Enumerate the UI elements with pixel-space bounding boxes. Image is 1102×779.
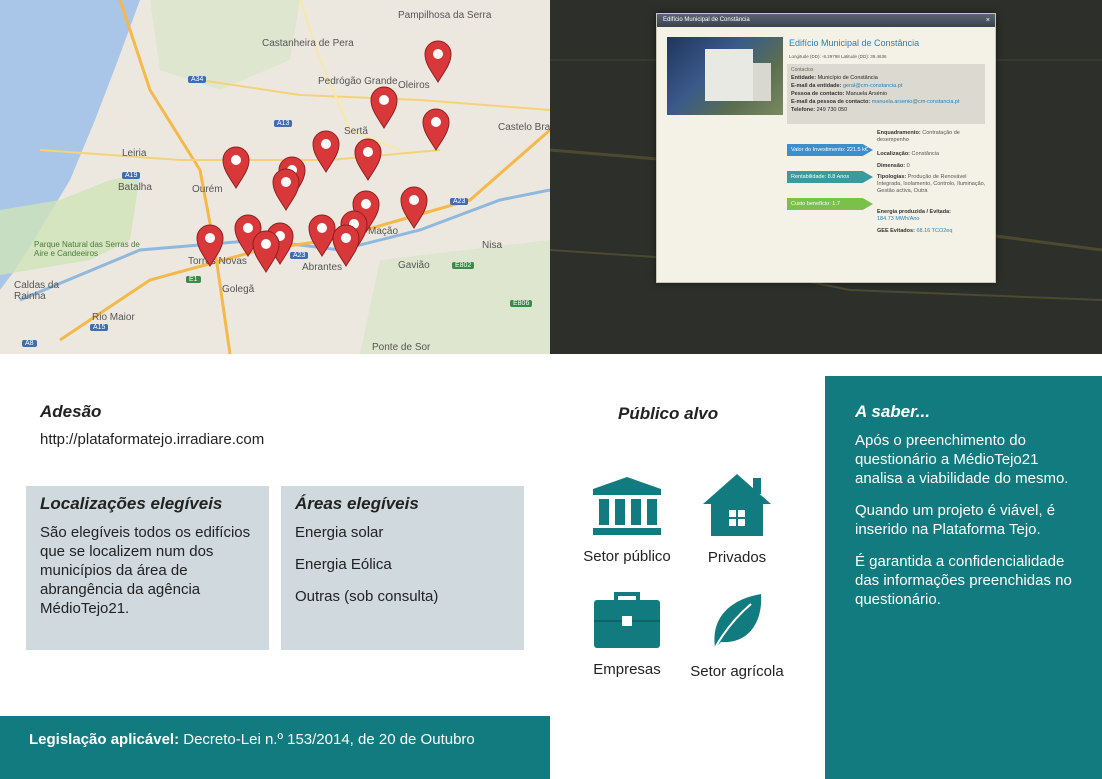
- entity-label: Entidade:: [791, 75, 817, 81]
- contact-label: Pessoa de contacto:: [791, 91, 845, 97]
- publico-item: Setor agrícola: [690, 663, 784, 680]
- leaf-icon: [714, 594, 762, 649]
- gee-info: GEE Evitados: 68.16 TCO2eq: [877, 228, 953, 234]
- entity-value: Município de Constância: [817, 75, 878, 81]
- map-pin-icon[interactable]: [332, 224, 360, 267]
- area-item: Energia solar: [295, 524, 384, 541]
- localizacoes-heading: Localizações elegíveis: [40, 494, 223, 513]
- map-pin-icon[interactable]: [222, 146, 250, 189]
- email-link[interactable]: geral@cm-constancia.pt: [843, 83, 902, 89]
- map-pin-icon[interactable]: [424, 40, 452, 83]
- saber-paragraph: Após o preenchimento do questionário a M…: [855, 432, 1069, 487]
- saber-paragraph: É garantida a confidencialidade das info…: [855, 553, 1072, 608]
- map-pin-icon[interactable]: [354, 138, 382, 181]
- map-pin-icon[interactable]: [422, 108, 450, 151]
- cost-benefit-tag: Custo benefício: 1.7: [787, 198, 873, 210]
- location-info: Localização: Constância: [877, 151, 940, 157]
- investment-tag: Valor do Investimento: 221.5 k€: [787, 144, 873, 156]
- contact-email-link[interactable]: manuela.arsenio@cm-constancia.pt: [872, 99, 960, 105]
- modal-coords: Longitude (DD): -8.29798 Latitude (DD): …: [789, 54, 887, 59]
- project-info-modal[interactable]: Edifício Municipal de Constância × Edifí…: [656, 13, 996, 283]
- phone-value: 249 730 050: [816, 107, 848, 113]
- saber-heading: A saber...: [855, 402, 930, 421]
- map-pin-icon[interactable]: [312, 130, 340, 173]
- map-pin-icon[interactable]: [308, 214, 336, 257]
- map-pin-icon[interactable]: [370, 86, 398, 129]
- map-pin-icon[interactable]: [196, 224, 224, 267]
- rentability-tag: Rentabilidade: 8.8 Anos: [787, 171, 873, 183]
- map-pins[interactable]: [0, 0, 550, 354]
- typologies-info: Tipologias: Produção de Renovável Integr…: [877, 174, 986, 194]
- legislacao-text: Decreto-Lei n.º 153/2014, de 20 de Outub…: [183, 731, 475, 748]
- privados: Privados: [677, 472, 797, 566]
- modal-window-title: Edifício Municipal de Constância: [663, 17, 750, 23]
- publico-item: Privados: [707, 549, 767, 566]
- map-pin-icon[interactable]: [252, 230, 280, 273]
- contacts-heading: Contactos: [791, 67, 814, 73]
- building-photo: [667, 37, 783, 115]
- close-icon[interactable]: ×: [986, 14, 990, 27]
- empresas: Empresas: [567, 592, 687, 678]
- map-panel[interactable]: Castanheira de Pera Pampilhosa da Serra …: [0, 0, 550, 354]
- building-shape: [753, 63, 771, 101]
- dimension-info: Dimensão: 0: [877, 163, 910, 169]
- setor-publico: Setor público: [567, 475, 687, 565]
- setor-agricola: Setor agrícola: [677, 590, 797, 680]
- legislacao-bar: Legislação aplicável: Decreto-Lei n.º 15…: [0, 716, 550, 779]
- adesao-url[interactable]: http://plataformatejo.irradiare.com: [40, 430, 264, 449]
- map-pin-icon[interactable]: [400, 186, 428, 229]
- area-item: Outras (sob consulta): [295, 588, 439, 605]
- building-shape: [705, 49, 753, 101]
- legislacao-line: Legislação aplicável: Decreto-Lei n.º 15…: [29, 731, 475, 748]
- areas-box: Áreas elegíveis Energia solar Energia Eó…: [281, 486, 524, 650]
- government-building-icon: [593, 477, 661, 535]
- legislacao-label: Legislação aplicável:: [29, 731, 180, 748]
- a-saber-panel: A saber... Após o preenchimento do quest…: [825, 376, 1102, 779]
- saber-paragraphs: Após o preenchimento do questionário a M…: [855, 431, 1077, 622]
- house-icon: [703, 474, 771, 536]
- localizacoes-box: Localizações elegíveis São elegíveis tod…: [26, 486, 269, 650]
- areas-heading: Áreas elegíveis: [295, 494, 419, 513]
- localizacoes-text: São elegíveis todos os edifícios que se …: [40, 524, 251, 617]
- saber-paragraph: Quando um projeto é viável, é inserido n…: [855, 502, 1056, 538]
- contacts-box: Contactos Entidade: Município de Constân…: [787, 64, 985, 124]
- adesao-heading: Adesão: [40, 402, 102, 421]
- phone-label: Telefone:: [791, 107, 816, 113]
- modal-titlebar[interactable]: Edifício Municipal de Constância ×: [657, 14, 995, 27]
- publico-item: Empresas: [593, 661, 661, 678]
- publico-item: Setor público: [583, 548, 671, 565]
- publico-heading: Público alvo: [618, 404, 719, 423]
- area-item: Energia Eólica: [295, 556, 392, 573]
- modal-title: Edifício Municipal de Constância: [789, 38, 920, 48]
- energy-info: Energia produzida / Evitada: 184.73 MWh/A…: [877, 209, 951, 222]
- email-label: E-mail da entidade:: [791, 83, 842, 89]
- contact-value: Manuela Arsénio: [846, 91, 888, 97]
- contact-email-label: E-mail da pessoa de contacto:: [791, 99, 871, 105]
- map-pin-icon[interactable]: [272, 168, 300, 211]
- frame-info: Enquadramento: Contratação de desempenho: [877, 130, 960, 143]
- briefcase-icon: [594, 592, 660, 648]
